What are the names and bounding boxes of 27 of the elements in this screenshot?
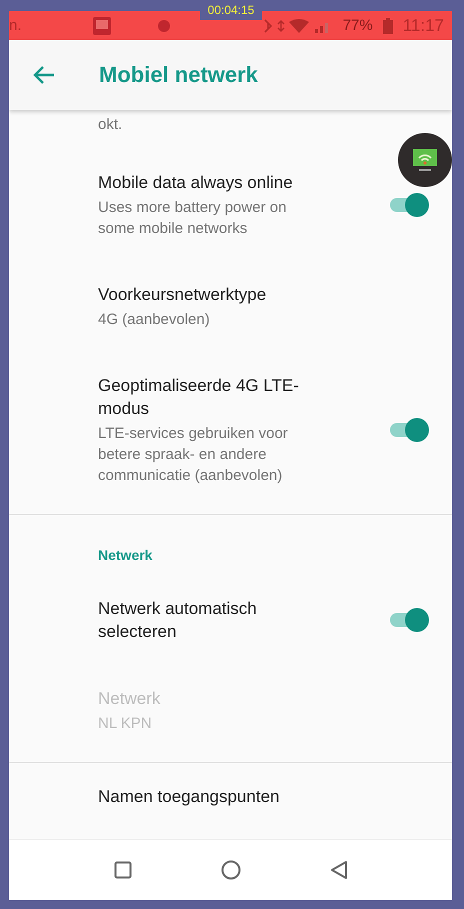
- floating-button[interactable]: [398, 133, 452, 187]
- battery-percentage: 77%: [342, 17, 373, 34]
- recents-icon[interactable]: [114, 861, 132, 879]
- setting-summary: LTE-services gebruiken voor betere spraak- en andere communicatie (aanbevolen): [98, 424, 289, 486]
- setting-summary: 4G (aanbevolen): [98, 310, 211, 330]
- setting-title[interactable]: Netwerk automatisch selecteren: [98, 597, 320, 643]
- status-text: n.: [9, 17, 22, 34]
- setting-summary: NL KPN: [98, 714, 153, 734]
- screen-title: Mobiel netwerk: [99, 62, 258, 88]
- setting-title[interactable]: Mobile data always online: [98, 171, 320, 194]
- record-icon: [158, 20, 170, 32]
- toggle-switch[interactable]: [388, 417, 430, 443]
- setting-title[interactable]: Geoptimaliseerde 4G LTE-modus: [98, 374, 320, 420]
- back-icon[interactable]: [330, 860, 348, 880]
- battery-icon: [382, 18, 393, 34]
- cast-icon: [92, 16, 112, 36]
- setting-summary: okt.: [98, 116, 122, 133]
- back-arrow-icon[interactable]: [33, 65, 55, 85]
- toggle-switch[interactable]: [388, 192, 430, 218]
- setting-title[interactable]: Namen toegangspunten: [98, 785, 320, 808]
- section-header: Netwerk: [97, 546, 154, 565]
- toggle-switch[interactable]: [388, 607, 430, 633]
- screen-cast-icon: [412, 148, 438, 172]
- setting-summary: Uses more battery power on some mobile networks: [98, 198, 288, 239]
- clock: 11:17: [402, 16, 444, 36]
- home-icon[interactable]: [220, 860, 240, 880]
- setting-title[interactable]: Voorkeursnetwerktype: [98, 283, 320, 306]
